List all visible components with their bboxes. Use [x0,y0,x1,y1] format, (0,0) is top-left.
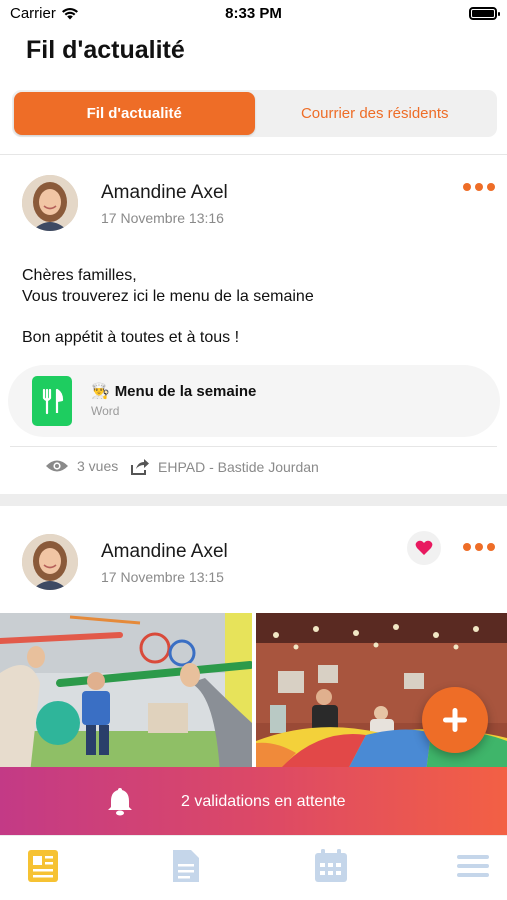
add-post-button[interactable] [422,687,488,753]
status-bar: Carrier 8:33 PM [0,0,507,28]
calendar-icon [315,849,347,882]
post-author: Amandine Axel [101,182,228,203]
views-count: 3 vues [77,458,119,474]
page-title: Fil d'actualité [26,36,185,64]
gym-activity-photo [0,613,252,773]
more-options-button[interactable] [463,177,495,197]
bell-icon [108,788,132,816]
attachment-card[interactable]: 👨‍🍳 Menu de la semaine Word [8,365,500,437]
pending-validations-label: 2 validations en attente [181,793,346,810]
tab-documents[interactable] [167,848,203,884]
attachment-title-text: Menu de la semaine [114,382,257,400]
views-stat: 3 vues [45,458,118,474]
avatar-image [22,534,78,590]
post-text-closing: Bon appétit à toutes et à tous ! [22,329,240,346]
plus-icon [443,708,467,732]
post-text-line: Vous trouverez ici le menu de la semaine [22,288,314,305]
eye-icon [46,460,68,472]
status-time: 8:33 PM [225,5,282,22]
share-icon [131,459,149,475]
attachment-type: Word [91,404,120,418]
heart-icon [415,540,433,555]
post-separator [0,494,507,506]
avatar-image [22,175,78,231]
menu-icon [457,855,489,877]
shared-to: EHPAD - Bastide Jourdan [130,458,319,476]
shared-to-label: EHPAD - Bastide Jourdan [158,459,319,475]
battery-icon [469,7,500,20]
tab-newsfeed[interactable] [25,848,61,884]
post-photo[interactable] [0,613,252,773]
post-author: Amandine Axel [101,541,228,562]
tab-bar [0,835,507,900]
post-date: 17 Novembre 13:15 [101,569,224,585]
tab-menu[interactable] [455,848,491,884]
post-date: 17 Novembre 13:16 [101,210,224,226]
dot [487,183,495,191]
document-icon [173,850,199,882]
dot [463,543,471,551]
tab-fil-actualite[interactable]: Fil d'actualité [14,92,255,135]
dot [475,183,483,191]
divider [10,446,497,447]
post-text-line: Chères familles, [22,267,137,284]
dot [475,543,483,551]
document-file-icon [32,376,72,426]
like-button[interactable] [407,531,441,565]
avatar[interactable] [22,175,78,231]
fork-knife-icon [42,388,64,415]
chef-emoji-icon: 👨‍🍳 [91,383,110,400]
dot [487,543,495,551]
tab-courrier-residents[interactable]: Courrier des résidents [255,92,496,135]
dot [463,183,471,191]
more-options-button[interactable] [463,537,495,557]
post-body: Chères familles, Vous trouverez ici le m… [22,265,314,307]
segmented-control: Fil d'actualité Courrier des résidents [12,90,497,137]
newspaper-icon [28,850,58,882]
attachment-title: 👨‍🍳 Menu de la semaine [91,382,257,401]
divider [0,154,507,155]
tab-calendar[interactable] [313,848,349,884]
pending-validations-banner[interactable]: 2 validations en attente [0,767,507,835]
avatar[interactable] [22,534,78,590]
